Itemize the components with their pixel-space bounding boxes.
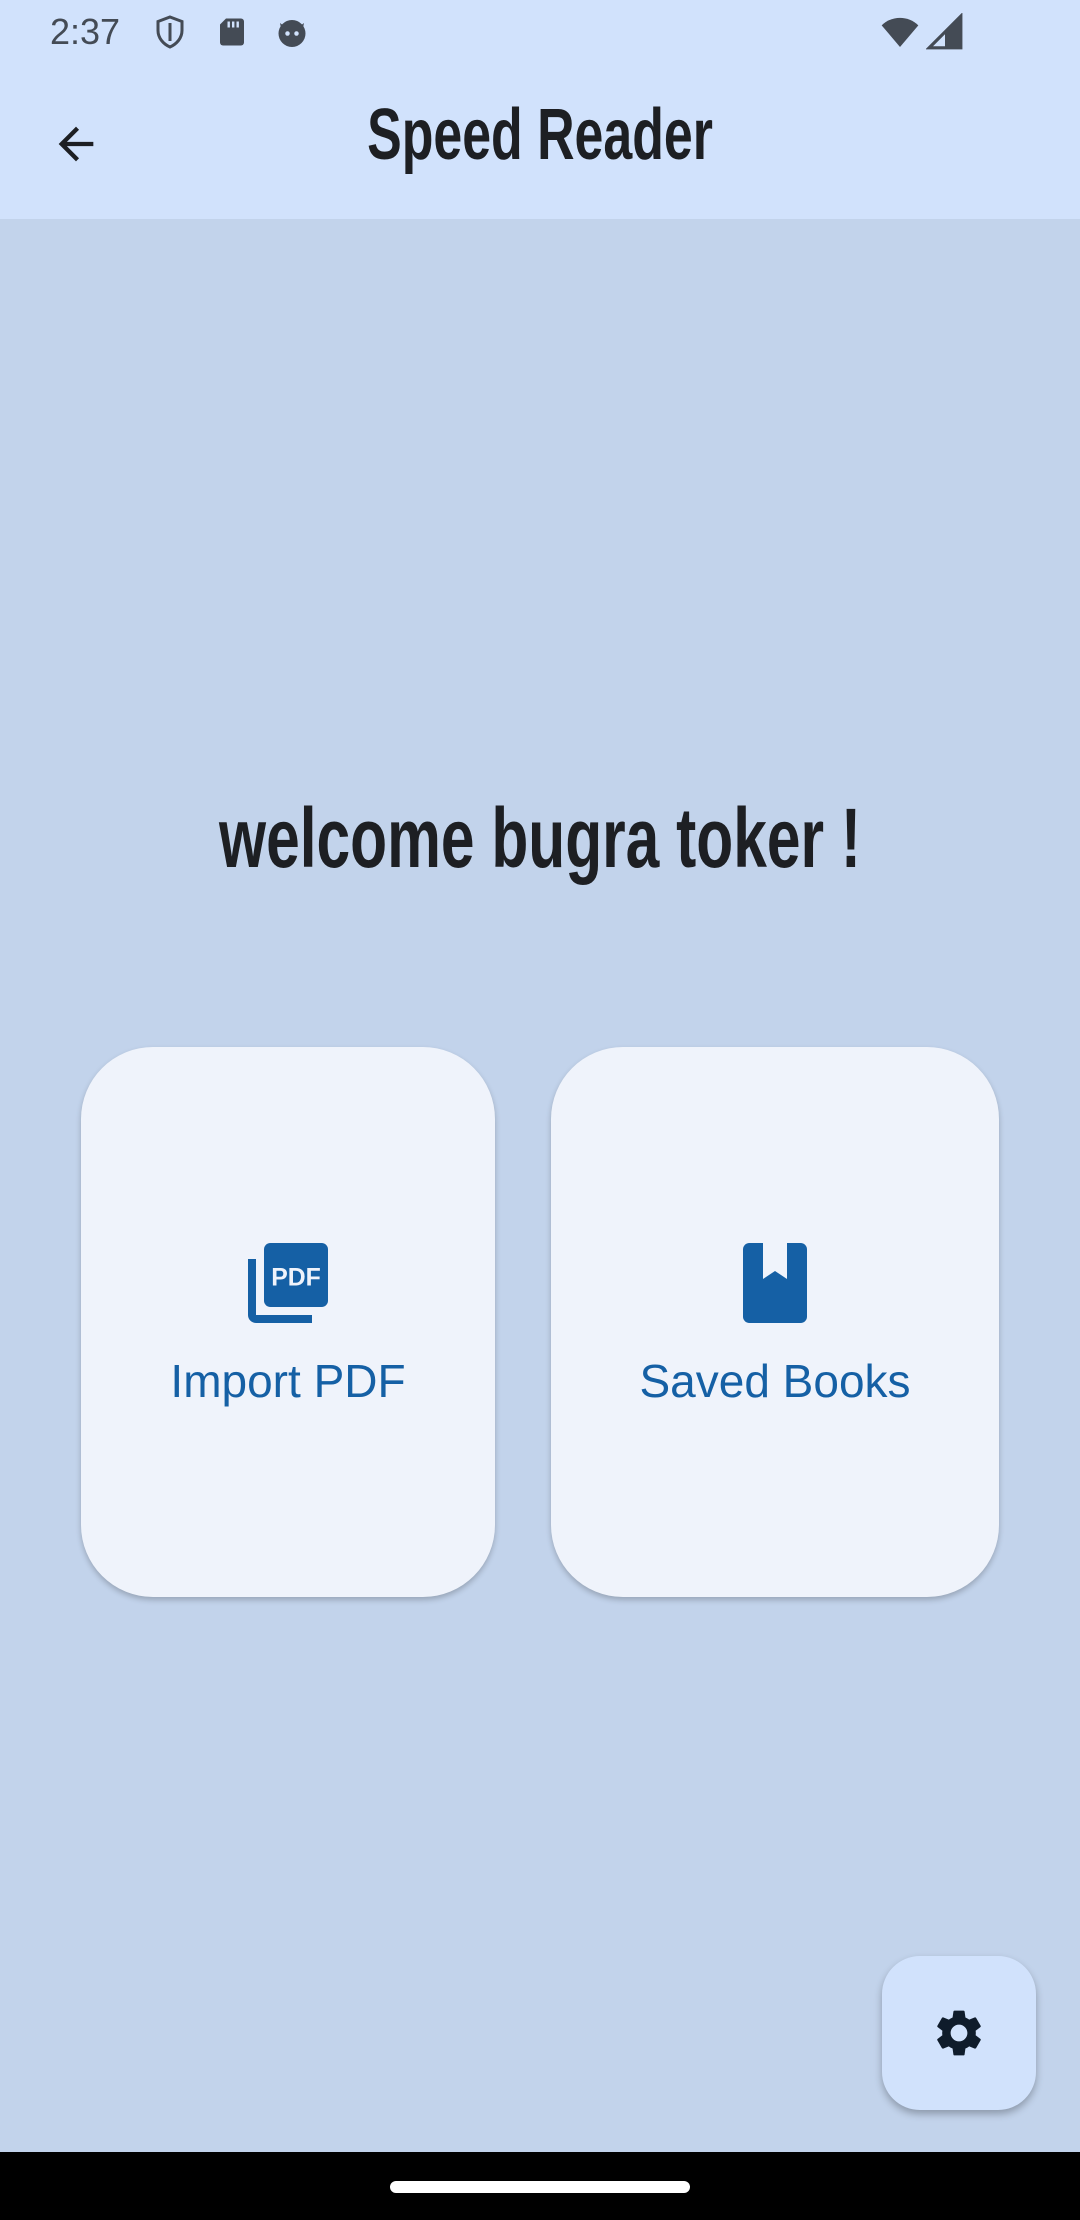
cat-face-icon: [278, 20, 306, 47]
import-pdf-label: Import PDF: [170, 1355, 406, 1407]
app-title: Speed Reader: [367, 95, 713, 175]
settings-fab[interactable]: [882, 1956, 1036, 2110]
saved-books-label: Saved Books: [639, 1355, 911, 1407]
wifi-icon: [881, 17, 919, 47]
status-time: 2:37: [50, 11, 121, 52]
system-nav-bar: [0, 2152, 1080, 2220]
svg-text:PDF: PDF: [271, 1264, 321, 1291]
shield-icon: [156, 15, 184, 49]
signal-icon: [926, 13, 963, 50]
home-gesture-handle[interactable]: [390, 2181, 690, 2193]
import-pdf-button[interactable]: PDF Import PDF: [81, 1047, 495, 1597]
saved-books-button[interactable]: Saved Books: [551, 1047, 999, 1597]
status-bar: 2:37: [0, 0, 1080, 64]
gear-icon: [937, 2010, 981, 2056]
pdf-icon: PDF: [248, 1243, 328, 1323]
book-icon: [743, 1243, 807, 1323]
back-button[interactable]: [36, 104, 116, 184]
arrow-back-icon: [58, 126, 94, 162]
app-bar: Speed Reader: [0, 64, 1080, 219]
sd-card-icon: [220, 18, 244, 46]
welcome-text: welcome bugra toker !: [219, 791, 861, 885]
